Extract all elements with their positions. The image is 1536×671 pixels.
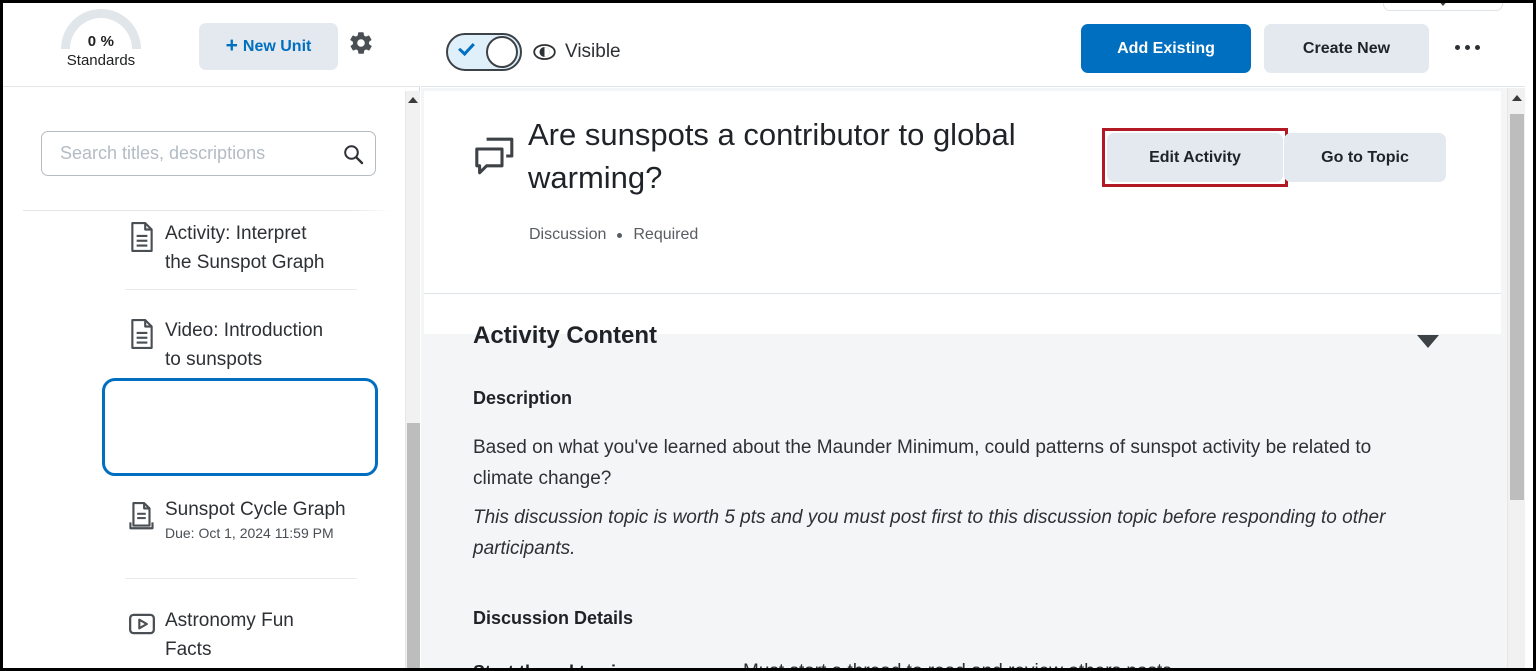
list-item-subtitle: Due: Oct 1, 2024 11:59 PM xyxy=(165,525,334,541)
document-icon xyxy=(127,319,157,349)
search-icon[interactable] xyxy=(341,142,365,166)
description-text: Based on what you've learned about the M… xyxy=(473,437,1372,489)
description-heading: Description xyxy=(473,388,573,408)
plus-icon: + xyxy=(225,34,238,57)
chevron-down-icon xyxy=(1437,3,1449,6)
list-item[interactable]: Astronomy Fun Facts xyxy=(3,606,403,664)
check-icon xyxy=(458,38,475,57)
ellipsis-icon xyxy=(1474,44,1480,50)
ellipsis-icon xyxy=(1464,44,1470,50)
section-heading: Activity Content xyxy=(473,322,658,349)
eye-icon xyxy=(533,44,556,60)
meta-separator-dot xyxy=(617,232,623,238)
content-toolbar: Visible Add Existing Create New xyxy=(421,3,1533,87)
visibility-label-group: Visible xyxy=(533,41,621,63)
selected-item-highlight xyxy=(102,378,378,476)
list-item-title: Astronomy Fun Facts xyxy=(165,610,294,660)
standards-gauge: 0 % Standards xyxy=(51,5,151,81)
more-options-button[interactable] xyxy=(1446,31,1488,63)
ellipsis-icon xyxy=(1454,44,1460,50)
visibility-control: Visible xyxy=(446,33,621,71)
edit-activity-button[interactable]: Edit Activity xyxy=(1107,133,1283,182)
activity-requirement: Required xyxy=(633,226,699,243)
toggle-knob[interactable] xyxy=(486,36,518,68)
list-item-title: Sunspot Cycle Graph xyxy=(165,499,346,520)
list-item-title: Video: Introduction to sunspots xyxy=(165,320,324,370)
sidebar-scrollbar[interactable] xyxy=(405,91,420,668)
detail-label: Start thread to view xyxy=(473,662,640,668)
activity-content-section: Activity Content Description Based on wh… xyxy=(424,294,1501,668)
go-to-topic-button[interactable]: Go to Topic xyxy=(1284,133,1446,182)
content-scrollbar[interactable] xyxy=(1507,88,1525,668)
left-sidebar-panel: 0 % Standards + New Unit Search titles, … xyxy=(3,3,420,668)
new-unit-button[interactable]: + New Unit xyxy=(199,23,338,70)
activity-meta: Discussion Required xyxy=(529,226,698,244)
list-item[interactable]: Sunspot Cycle Graph Due: Oct 1, 2024 11:… xyxy=(3,496,403,544)
gauge-label: Standards xyxy=(66,52,136,69)
gauge-percent: 0 % xyxy=(87,33,115,50)
list-item[interactable]: Activity: Interpret the Sunspot Graph xyxy=(3,219,403,277)
list-item-divider xyxy=(125,289,357,290)
video-icon xyxy=(127,610,157,640)
search-container xyxy=(41,131,376,176)
app-window: 0 % Standards + New Unit Search titles, … xyxy=(0,0,1536,671)
scrollbar-thumb[interactable] xyxy=(407,423,420,668)
scroll-up-arrow-icon[interactable] xyxy=(1511,95,1522,101)
activity-type: Discussion xyxy=(529,226,607,243)
sidebar-toolbar: 0 % Standards + New Unit xyxy=(3,3,420,87)
new-unit-label: New Unit xyxy=(242,37,312,55)
detail-value: Must start a thread to read and review o… xyxy=(743,661,1172,668)
discussion-icon xyxy=(474,136,516,178)
visibility-label: Visible xyxy=(565,41,621,62)
main-content-panel: Visible Add Existing Create New Are suns… xyxy=(421,3,1533,668)
partial-dropdown[interactable] xyxy=(1383,3,1503,11)
panel-right-edge xyxy=(1525,3,1533,668)
scroll-up-arrow-icon[interactable] xyxy=(408,97,418,103)
settings-button[interactable] xyxy=(345,27,377,59)
content-scroll-area[interactable]: Are sunspots a contributor to global war… xyxy=(421,88,1533,668)
create-new-button[interactable]: Create New xyxy=(1264,24,1429,73)
activity-header: Are sunspots a contributor to global war… xyxy=(424,91,1501,294)
document-icon xyxy=(127,222,157,252)
caret-down-icon[interactable] xyxy=(1417,335,1439,348)
list-item-divider xyxy=(125,578,357,579)
activity-title: Are sunspots a contributor to global war… xyxy=(528,117,1016,195)
list-top-divider xyxy=(23,210,403,211)
activity-card: Are sunspots a contributor to global war… xyxy=(424,91,1501,668)
note-text: This discussion topic is worth 5 pts and… xyxy=(473,507,1386,559)
scrollbar-thumb[interactable] xyxy=(1510,114,1524,500)
details-heading: Discussion Details xyxy=(473,608,634,628)
list-item-title: Activity: Interpret the Sunspot Graph xyxy=(165,223,325,273)
assignment-icon xyxy=(127,502,157,532)
gear-icon xyxy=(350,32,372,54)
list-item[interactable]: Video: Introduction to sunspots xyxy=(3,316,403,374)
visibility-toggle[interactable] xyxy=(446,33,522,71)
search-box[interactable] xyxy=(41,131,376,176)
search-input[interactable] xyxy=(60,143,341,164)
add-existing-button[interactable]: Add Existing xyxy=(1081,24,1251,73)
